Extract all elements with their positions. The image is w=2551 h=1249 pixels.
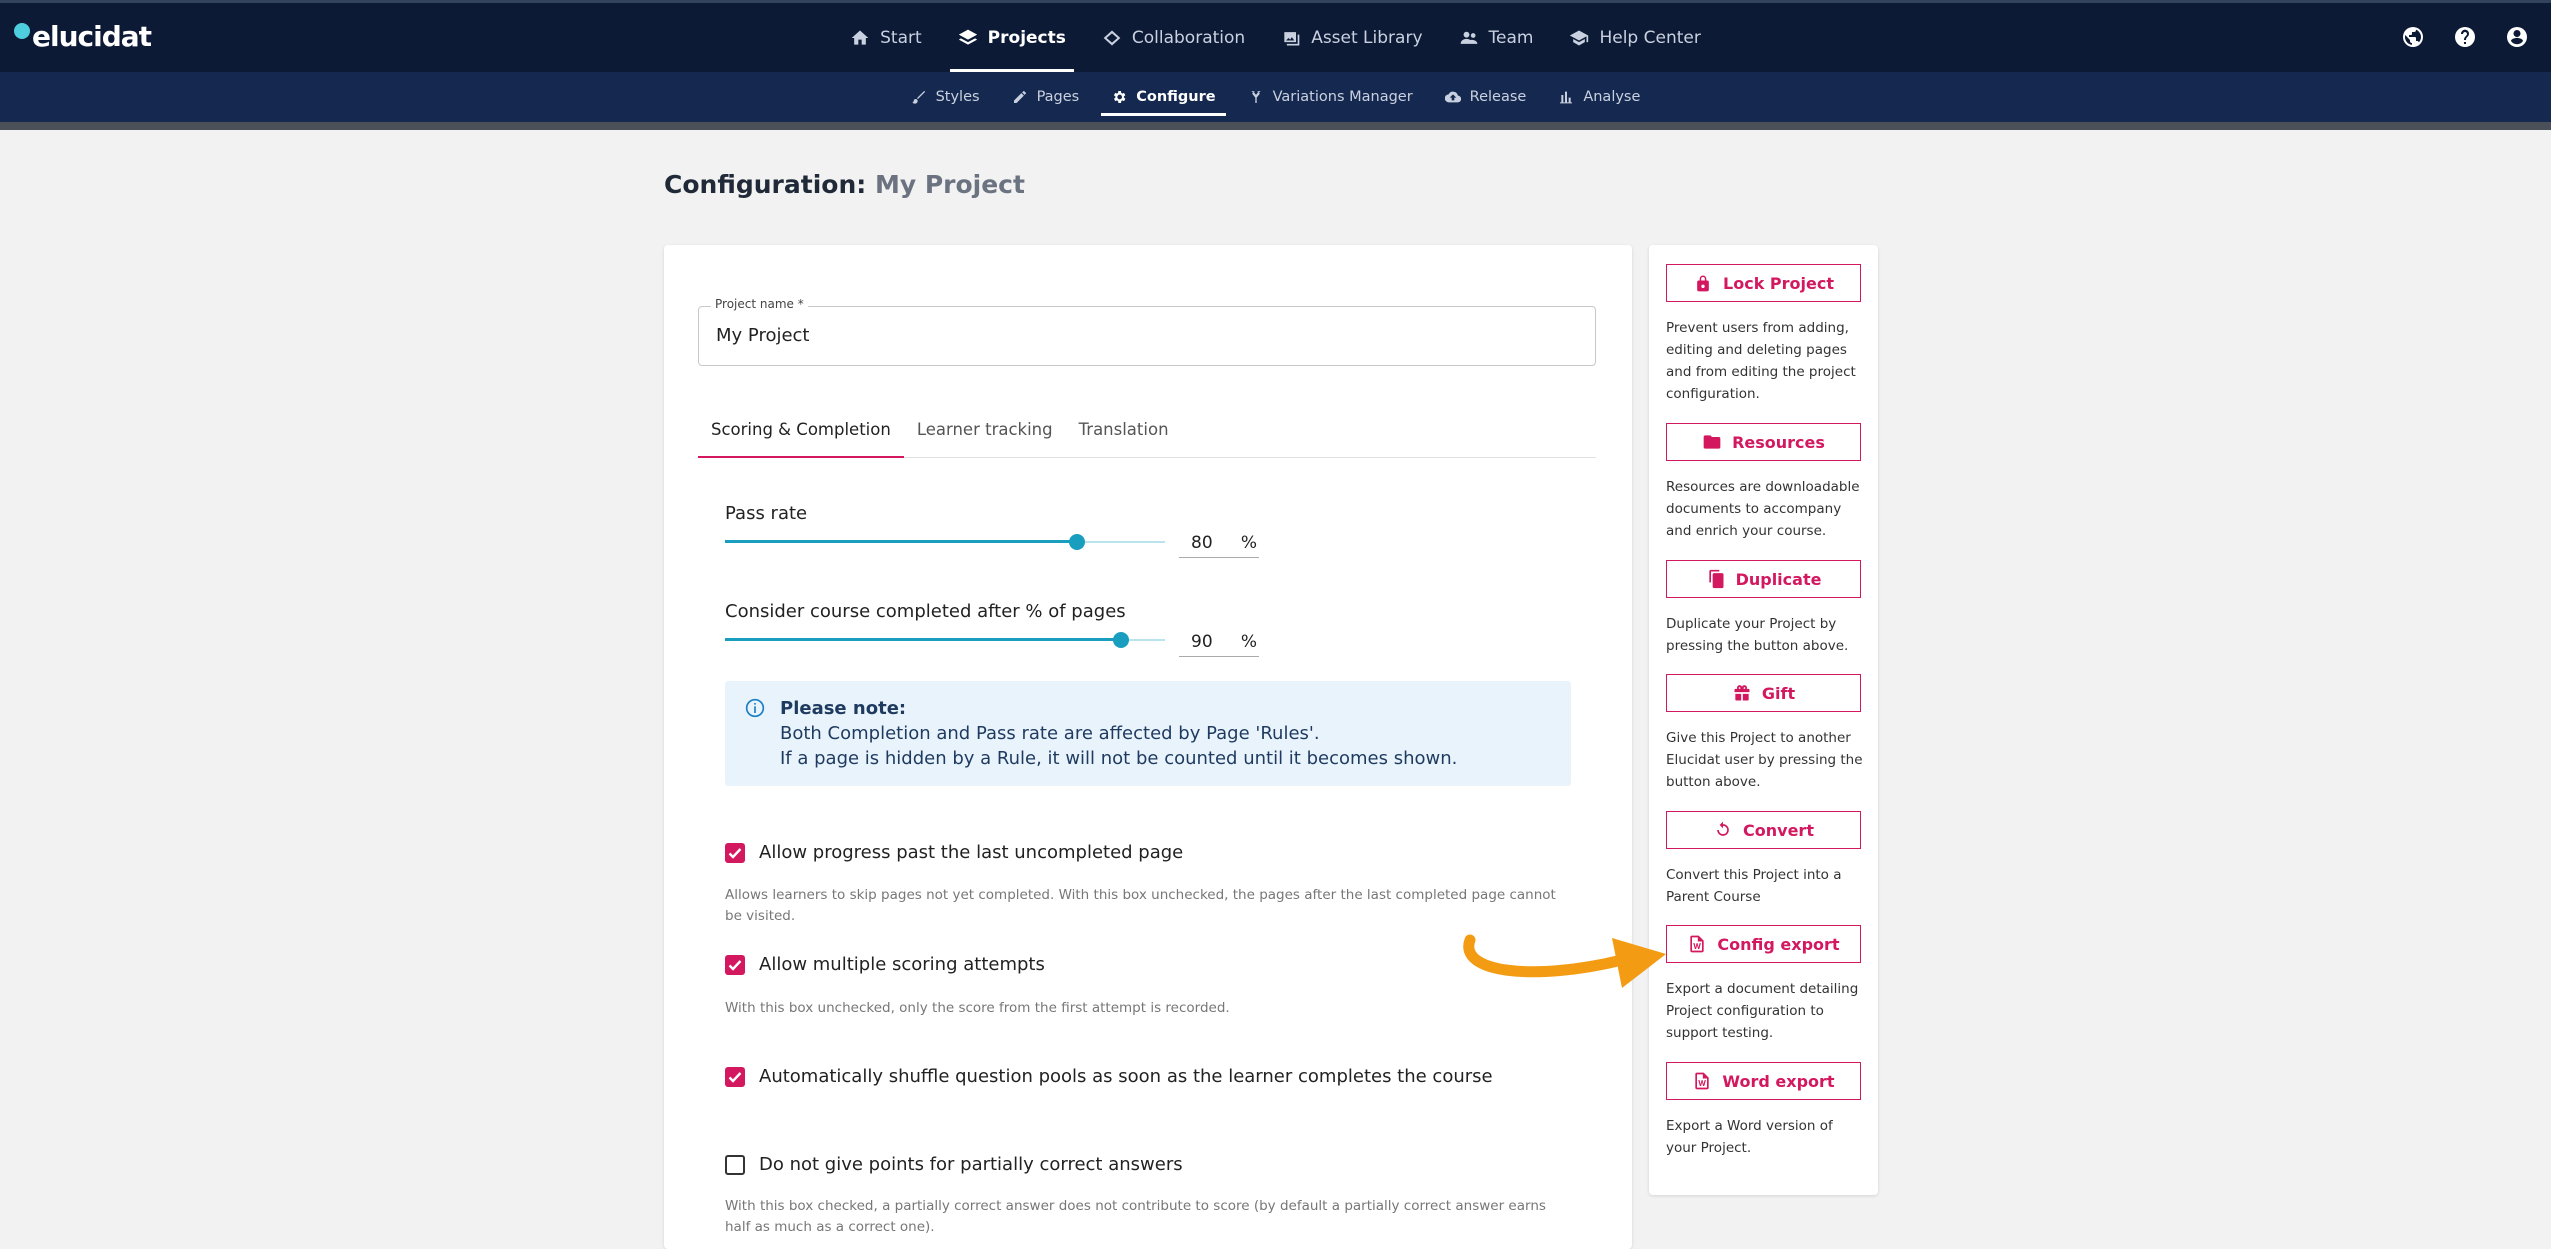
top-nav-bar: elucidat Start Projects Collaboration As… [0, 0, 2551, 72]
option-help: With this box checked, a partially corre… [725, 1198, 1546, 1235]
gear-icon [1114, 91, 1126, 103]
convert-button[interactable]: Convert [1666, 811, 1861, 849]
word-export-button[interactable]: Word export [1666, 1062, 1861, 1100]
word-doc-icon [1695, 1072, 1710, 1090]
lock-project-button[interactable]: Lock Project [1666, 264, 1861, 302]
branch-icon [1250, 91, 1261, 103]
nav-start[interactable]: Start [832, 3, 940, 72]
nav-asset-library[interactable]: Asset Library [1263, 3, 1440, 72]
brush-icon [911, 91, 925, 104]
main-nav: Start Projects Collaboration Asset Libra… [0, 3, 2551, 72]
pass-rate-input[interactable]: 80 % [1179, 527, 1259, 558]
option-label: Automatically shuffle question pools as … [759, 1066, 1493, 1087]
note-title: Please note: [780, 698, 907, 719]
nav-collaboration[interactable]: Collaboration [1084, 3, 1263, 72]
layers-icon [958, 29, 977, 45]
home-icon [851, 30, 869, 45]
subnav-configure[interactable]: Configure [1095, 72, 1231, 122]
tab-scoring-completion[interactable]: Scoring & Completion [698, 402, 904, 458]
sub-nav: Styles Pages Configure Variations Manage… [0, 72, 2551, 122]
config-tabs: Scoring & Completion Learner tracking Tr… [698, 402, 1596, 458]
help-icon[interactable] [2453, 25, 2477, 49]
slider-thumb[interactable] [1113, 632, 1129, 648]
info-icon [745, 698, 765, 718]
gift-button[interactable]: Gift [1666, 674, 1861, 712]
collaboration-icon [1103, 30, 1121, 45]
resources-button[interactable]: Resources [1666, 423, 1861, 461]
tab-translation[interactable]: Translation [1066, 402, 1182, 457]
completion-slider[interactable] [725, 632, 1165, 648]
convert-desc: Convert this Project into a Parent Cours… [1666, 867, 1842, 905]
checkbox-shuffle-pools[interactable] [725, 1067, 745, 1087]
page-title-project: My Project [874, 170, 1025, 199]
subnav-variations-manager[interactable]: Variations Manager [1232, 72, 1429, 122]
completion-input[interactable]: 90 % [1179, 626, 1259, 657]
project-name-field[interactable]: Project name * My Project [698, 297, 1596, 366]
note-line-2: If a page is hidden by a Rule, it will n… [780, 748, 1458, 769]
option-label: Allow progress past the last uncompleted… [759, 842, 1184, 863]
checkmark-icon [728, 1072, 742, 1083]
graduation-cap-icon [1570, 30, 1589, 45]
option-label: Allow multiple scoring attempts [759, 954, 1045, 975]
subnav-pages[interactable]: Pages [996, 72, 1096, 122]
pencil-icon [1013, 91, 1026, 103]
option-help: With this box unchecked, only the score … [725, 1000, 1230, 1016]
nav-projects[interactable]: Projects [940, 3, 1084, 72]
gift-icon [1734, 685, 1750, 701]
lock-icon [1697, 275, 1709, 292]
configuration-card: Project name * My Project Scoring & Comp… [664, 245, 1632, 1249]
copy-icon [1708, 569, 1724, 589]
nav-help-center[interactable]: Help Center [1551, 3, 1718, 72]
info-note: Please note: Both Completion and Pass ra… [725, 681, 1571, 786]
config-export-button[interactable]: Config export [1666, 925, 1861, 963]
pass-rate-label: Pass rate [725, 503, 808, 524]
slider-fill [725, 540, 1077, 543]
subnav-shadow [0, 122, 2551, 130]
checkbox-allow-progress[interactable] [725, 843, 745, 863]
slider-fill [725, 638, 1121, 641]
page-title: Configuration: My Project [664, 170, 1025, 199]
globe-icon[interactable] [2401, 25, 2425, 49]
subnav-analyse[interactable]: Analyse [1542, 72, 1656, 122]
convert-icon [1717, 821, 1729, 836]
lock-project-desc: Prevent users from adding, editing and d… [1666, 320, 1856, 402]
subnav-release[interactable]: Release [1429, 72, 1543, 122]
duplicate-desc: Duplicate your Project by pressing the b… [1666, 616, 1849, 654]
checkbox-no-partial-points[interactable] [725, 1155, 745, 1175]
note-line-1: Both Completion and Pass rate are affect… [780, 723, 1320, 744]
tab-learner-tracking[interactable]: Learner tracking [904, 402, 1066, 457]
account-icon[interactable] [2505, 25, 2529, 49]
bar-chart-icon [1560, 91, 1573, 104]
actions-panel: Lock Project Prevent users from adding, … [1649, 245, 1878, 1195]
checkmark-icon [728, 848, 742, 859]
option-label: Do not give points for partially correct… [759, 1154, 1183, 1175]
slider-thumb[interactable] [1069, 534, 1085, 550]
project-name-input[interactable]: My Project [716, 325, 810, 346]
annotation-arrow [1463, 934, 1666, 988]
gift-desc: Give this Project to another Elucidat us… [1666, 730, 1863, 790]
duplicate-button[interactable]: Duplicate [1666, 560, 1861, 598]
checkmark-icon [728, 960, 742, 971]
cloud-upload-icon [1444, 91, 1461, 103]
word-export-desc: Export a Word version of your Project. [1666, 1118, 1833, 1156]
project-name-label: Project name * [711, 297, 808, 311]
word-doc-icon [1690, 935, 1705, 953]
team-icon [1460, 31, 1477, 44]
pass-rate-slider[interactable] [725, 534, 1165, 550]
option-help: Allows learners to skip pages not yet co… [725, 887, 1556, 924]
resources-desc: Resources are downloadable documents to … [1666, 479, 1860, 539]
image-library-icon [1284, 31, 1300, 45]
checkbox-multiple-attempts[interactable] [725, 955, 745, 975]
completion-label: Consider course completed after % of pag… [725, 601, 1126, 622]
subnav-styles[interactable]: Styles [895, 72, 996, 122]
nav-team[interactable]: Team [1441, 3, 1552, 72]
header-utility-icons [2401, 25, 2529, 49]
folder-icon [1703, 435, 1721, 449]
config-export-desc: Export a document detailing Project conf… [1666, 981, 1859, 1041]
